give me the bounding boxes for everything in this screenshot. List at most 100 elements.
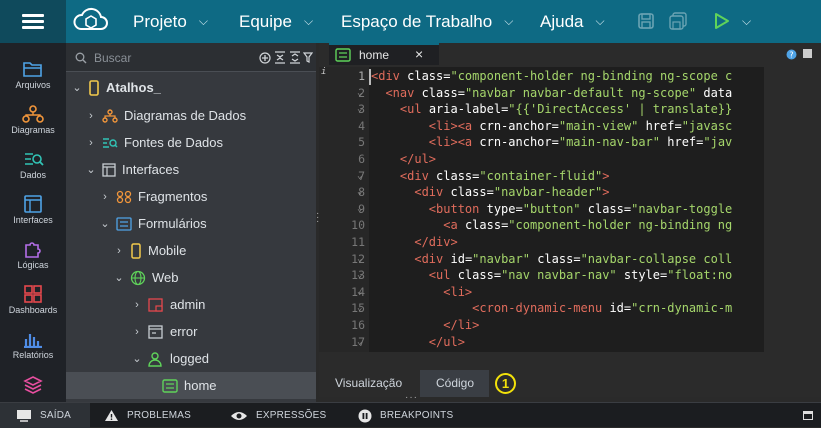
tree-node-admin[interactable]: › admin bbox=[130, 291, 205, 318]
menu-ajuda[interactable]: Ajuda ⌵ bbox=[540, 0, 605, 43]
code-line: </ul> bbox=[371, 152, 436, 166]
code-token: "main-nav-bar" bbox=[558, 135, 661, 150]
add-icon[interactable] bbox=[259, 52, 271, 64]
sidebar-item-arquivos[interactable]: Arquivos bbox=[0, 60, 66, 104]
tree-node-logged[interactable]: ⌄ logged bbox=[130, 345, 209, 372]
code-token: class bbox=[580, 201, 624, 216]
tree-node-label: Interfaces bbox=[122, 162, 180, 177]
code-line: <div class="component-holder ng-binding … bbox=[371, 69, 732, 83]
code-token: id bbox=[609, 301, 624, 316]
code-token: "navbar" bbox=[472, 251, 530, 266]
panel-maximize-icon[interactable] bbox=[803, 411, 813, 420]
close-icon[interactable]: × bbox=[415, 46, 423, 62]
hamburger-menu-button[interactable] bbox=[0, 0, 66, 43]
status-tab-saida[interactable]: SAÍDA bbox=[0, 403, 90, 428]
tab-visualizacao[interactable]: Visualização bbox=[319, 370, 418, 397]
help-icon[interactable]: ? bbox=[786, 49, 797, 60]
tree-node-formularios[interactable]: ⌄ Formulários bbox=[98, 210, 206, 237]
code-token: "main-view" bbox=[558, 118, 639, 133]
expand-all-icon[interactable] bbox=[289, 51, 301, 64]
sidebar-item-interfaces[interactable]: Interfaces bbox=[0, 195, 66, 239]
tree-node-error[interactable]: › error bbox=[130, 318, 197, 345]
chevron-down-icon: ⌵ bbox=[504, 14, 514, 28]
code-token: class bbox=[436, 168, 473, 183]
code-token: "jav bbox=[703, 135, 733, 150]
diagram-icon bbox=[22, 105, 44, 123]
fold-icon[interactable]: ⌄ bbox=[357, 337, 362, 347]
fold-icon[interactable]: ⌄ bbox=[357, 171, 362, 181]
code-token: class bbox=[407, 69, 444, 83]
line-number: 11 bbox=[351, 235, 365, 249]
code-token: href bbox=[660, 135, 697, 150]
data-icon bbox=[103, 137, 118, 148]
run-options-dropdown[interactable]: ⌵ bbox=[742, 0, 751, 43]
code-token: = bbox=[551, 118, 559, 133]
fold-icon[interactable]: ⌄ bbox=[357, 303, 362, 313]
user-icon bbox=[148, 351, 162, 367]
save-all-icon[interactable] bbox=[668, 11, 688, 31]
tab-home[interactable]: home × bbox=[329, 43, 439, 65]
menu-equipe[interactable]: Equipe ⌵ bbox=[239, 0, 313, 43]
tree-node-home[interactable]: home bbox=[66, 372, 316, 399]
tree-node-fragmentos[interactable]: › Fragmentos bbox=[98, 183, 207, 210]
status-label: BREAKPOINTS bbox=[380, 410, 454, 421]
save-icon[interactable] bbox=[636, 11, 656, 31]
status-tab-problemas[interactable]: PROBLEMAS bbox=[104, 403, 191, 428]
fold-icon[interactable]: ⌄ bbox=[357, 270, 362, 280]
chevron-right-icon: › bbox=[103, 190, 107, 203]
chevron-down-icon: ⌄ bbox=[114, 272, 124, 284]
code-token: > bbox=[602, 168, 610, 183]
fold-icon[interactable]: ⌄ bbox=[357, 254, 362, 264]
fold-icon[interactable]: ⌄ bbox=[357, 204, 362, 214]
fold-icon[interactable]: ⌄ bbox=[357, 88, 362, 98]
code-token: class bbox=[450, 185, 487, 200]
code-editor[interactable]: i 1 <div class="component-holder ng-bindi… bbox=[319, 67, 764, 352]
code-token: id bbox=[450, 251, 465, 266]
tree-node-label: logged bbox=[170, 351, 210, 366]
code-token: <div bbox=[414, 185, 451, 200]
tree-node-diagramas-de-dados[interactable]: › Diagramas de Dados bbox=[84, 102, 246, 129]
filter-icon[interactable] bbox=[303, 52, 313, 63]
fold-icon[interactable]: ⌄ bbox=[357, 287, 362, 297]
chevron-right-icon: › bbox=[117, 244, 121, 257]
tab-codigo[interactable]: Código bbox=[420, 370, 489, 397]
collapse-all-icon[interactable] bbox=[274, 51, 286, 64]
menu-projeto[interactable]: Projeto ⌵ bbox=[133, 0, 208, 43]
code-token: <div bbox=[414, 251, 451, 266]
status-tab-breakpoints[interactable]: BREAKPOINTS bbox=[358, 403, 453, 428]
tree-node-mobile[interactable]: › Mobile bbox=[112, 237, 186, 264]
code-token: <div bbox=[371, 69, 408, 83]
sidebar-item-dashboards[interactable]: Dashboards bbox=[0, 285, 66, 329]
sidebar-item-layers[interactable] bbox=[0, 375, 66, 399]
sidebar-item-dados[interactable]: Dados bbox=[0, 150, 66, 194]
sidebar-item-relatorios[interactable]: Relatórios bbox=[0, 330, 66, 374]
dashboard-icon bbox=[24, 285, 42, 303]
fold-icon[interactable]: ⌄ bbox=[357, 187, 362, 197]
sidebar-item-diagramas[interactable]: Diagramas bbox=[0, 105, 66, 149]
run-icon[interactable] bbox=[711, 11, 731, 31]
tree-node-atalhos[interactable]: ⌄ Atalhos_ bbox=[70, 74, 161, 101]
maximize-icon[interactable] bbox=[803, 49, 812, 58]
menu-espaco-de-trabalho[interactable]: Espaço de Trabalho ⌵ bbox=[341, 0, 513, 43]
code-token: <cron-dynamic-menu bbox=[472, 301, 610, 316]
code-line: <ul class="nav navbar-nav" style="float:… bbox=[371, 268, 732, 282]
layers-icon bbox=[23, 376, 43, 394]
fold-icon[interactable]: ⌄ bbox=[357, 104, 362, 114]
sidebar-item-logicas[interactable]: Lógicas bbox=[0, 240, 66, 284]
search-input[interactable]: Buscar bbox=[94, 51, 131, 65]
tree-node-fontes-de-dados[interactable]: › Fontes de Dados bbox=[84, 129, 223, 156]
tree-node-interfaces[interactable]: ⌄ Interfaces bbox=[84, 156, 179, 183]
code-token: <ul bbox=[428, 268, 458, 283]
code-line: <cron-dynamic-menu id="crn-dynamic-m bbox=[371, 301, 732, 315]
globe-icon bbox=[130, 270, 146, 285]
status-tab-expressoes[interactable]: EXPRESSÕES bbox=[230, 403, 326, 428]
form-icon bbox=[116, 216, 132, 231]
chevron-down-icon: ⌄ bbox=[72, 82, 82, 94]
project-tree-panel: Buscar ⌄ Atalhos_ › Diagramas de Dados ›… bbox=[66, 43, 316, 402]
tree-node-web[interactable]: ⌄ Web bbox=[112, 264, 178, 291]
code-token: </li> bbox=[443, 318, 480, 332]
